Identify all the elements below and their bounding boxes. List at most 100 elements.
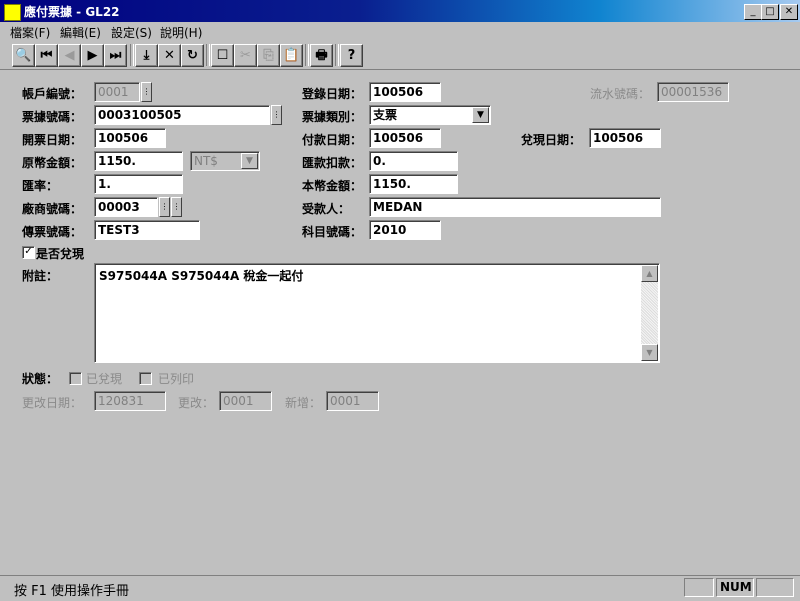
account-no-field[interactable]: 0001 (94, 82, 140, 102)
toolbar-separator (305, 44, 309, 66)
close-button[interactable]: ✕ (780, 4, 798, 20)
memo-scrollbar[interactable]: ▲ ▼ (641, 265, 658, 361)
next-record-button[interactable]: ▶ (81, 44, 104, 67)
status-help-text: 按 F1 使用操作手冊 (14, 584, 130, 599)
modified-by-label: 更改： (178, 396, 215, 410)
new-button[interactable]: ☐ (211, 44, 234, 67)
toolbar: 🔍 ⏮ ◀ ▶ ⏭ ⤓ ✕ ↻ ☐ ✂ ⎘ 📋 🖶 ? (0, 41, 800, 70)
orig-amount-field[interactable]: 1150. (94, 151, 183, 171)
note-no-lookup-button[interactable]: ⋮ (271, 105, 282, 125)
last-record-icon: ⏭ (109, 48, 122, 63)
serial-no-label: 流水號碼： (590, 87, 651, 101)
num-lock-indicator: NUM (716, 578, 754, 597)
cash-date-field[interactable]: 100506 (589, 128, 661, 148)
created-by-label: 新增： (285, 396, 322, 410)
currency-dropdown-button[interactable]: ▼ (241, 153, 258, 169)
scroll-up-button[interactable]: ▲ (641, 265, 658, 282)
pay-date-field[interactable]: 100506 (369, 128, 441, 148)
account-no-label: 帳戶編號： (22, 87, 83, 101)
chevron-up-icon: ▲ (646, 269, 653, 278)
serial-no-field[interactable]: 00001536 (657, 82, 729, 102)
note-type-dropdown-button[interactable]: ▼ (472, 107, 489, 123)
account-code-label: 科目號碼： (302, 225, 363, 239)
register-date-label: 登錄日期： (302, 87, 363, 101)
paste-button[interactable]: 📋 (280, 44, 303, 67)
title-bar: 應付票據 - GL22 _ □ ✕ (0, 0, 800, 22)
menu-edit[interactable]: 編輯(E) (60, 24, 101, 41)
account-code-field[interactable]: 2010 (369, 220, 441, 240)
paste-icon: 📋 (283, 48, 300, 63)
memo-text: S975044A S975044A 稅金一起付 (99, 269, 304, 283)
vendor-browse-button[interactable]: ⋮ (171, 197, 182, 217)
cash-date-label: 兌現日期： (521, 133, 582, 147)
menu-file[interactable]: 檔案(F) (10, 24, 50, 41)
exchange-rate-field[interactable]: 1. (94, 174, 183, 194)
status-label: 狀態： (22, 372, 59, 386)
copy-icon: ⎘ (263, 48, 274, 63)
register-date-field[interactable]: 100506 (369, 82, 441, 102)
voucher-no-label: 傳票號碼： (22, 225, 83, 239)
status-panel (756, 578, 794, 597)
local-amount-field[interactable]: 1150. (369, 174, 458, 194)
cashed-flag-checkbox[interactable]: ✓ (22, 246, 35, 259)
menu-bar: 檔案(F) 編輯(E) 設定(S) 說明(H) (0, 22, 800, 40)
cashed-status-label: 已兌現 (86, 372, 123, 386)
menu-help[interactable]: 說明(H) (160, 24, 202, 41)
print-button[interactable]: 🖶 (310, 44, 333, 67)
issue-date-field[interactable]: 100506 (94, 128, 166, 148)
help-button[interactable]: ? (340, 44, 363, 67)
menu-settings[interactable]: 設定(S) (111, 24, 152, 41)
local-amount-label: 本幣金額： (302, 179, 363, 193)
refresh-button[interactable]: ↻ (181, 44, 204, 67)
first-record-button[interactable]: ⏮ (35, 44, 58, 67)
cashed-flag-label: 是否兌現 (36, 247, 85, 261)
window-title: 應付票據 - GL22 (24, 5, 120, 19)
save-button[interactable]: ⤓ (135, 44, 158, 67)
first-record-icon: ⏮ (40, 48, 53, 63)
exchange-rate-label: 匯率： (22, 179, 59, 193)
memo-label: 附註： (22, 269, 59, 283)
printed-status-checkbox[interactable] (139, 372, 152, 385)
modified-date-label: 更改日期： (22, 396, 83, 410)
maximize-button[interactable]: □ (761, 4, 779, 20)
last-record-button[interactable]: ⏭ (104, 44, 127, 67)
exchange-deduction-field[interactable]: 0. (369, 151, 458, 171)
issue-date-label: 開票日期： (22, 133, 83, 147)
minimize-button[interactable]: _ (744, 4, 762, 20)
prev-record-icon: ◀ (64, 48, 75, 63)
created-by-field[interactable]: 0001 (326, 391, 379, 411)
copy-button[interactable]: ⎘ (257, 44, 280, 67)
toolbar-separator (206, 44, 210, 66)
modified-by-field[interactable]: 0001 (219, 391, 272, 411)
search-icon: 🔍 (15, 48, 32, 63)
note-type-label: 票據類別： (302, 110, 363, 124)
note-no-field[interactable]: 0003100505 (94, 105, 270, 125)
delete-button[interactable]: ✕ (158, 44, 181, 67)
search-button[interactable]: 🔍 (12, 44, 35, 67)
next-record-icon: ▶ (87, 48, 98, 63)
help-icon: ? (347, 48, 356, 63)
chevron-down-icon: ▼ (246, 156, 253, 166)
modified-date-field[interactable]: 120831 (94, 391, 166, 411)
payee-field[interactable]: MEDAN (369, 197, 661, 217)
memo-textarea[interactable]: S975044A S975044A 稅金一起付 ▲ ▼ (94, 263, 660, 363)
delete-icon: ✕ (164, 48, 175, 63)
account-no-lookup-button[interactable]: ⋮ (141, 82, 152, 102)
pay-date-label: 付款日期： (302, 133, 363, 147)
cashed-status-checkbox[interactable] (69, 372, 82, 385)
vendor-lookup-button[interactable]: ⋮ (159, 197, 170, 217)
payee-label: 受款人： (302, 202, 351, 216)
cut-button[interactable]: ✂ (234, 44, 257, 67)
toolbar-separator (335, 44, 339, 66)
app-icon[interactable] (4, 4, 21, 21)
vendor-no-field[interactable]: 00003 (94, 197, 158, 217)
voucher-no-field[interactable]: TEST3 (94, 220, 200, 240)
orig-amount-label: 原幣金額： (22, 156, 83, 170)
chevron-down-icon: ▼ (477, 110, 484, 120)
cut-icon: ✂ (240, 48, 251, 63)
refresh-icon: ↻ (187, 48, 198, 63)
prev-record-button[interactable]: ◀ (58, 44, 81, 67)
scroll-down-button[interactable]: ▼ (641, 344, 658, 361)
save-icon: ⤓ (143, 48, 150, 63)
new-icon: ☐ (216, 48, 229, 63)
